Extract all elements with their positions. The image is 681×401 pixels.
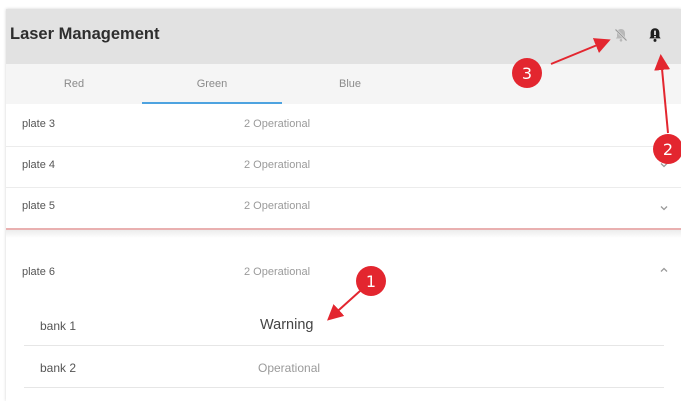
callout-number: 3 — [521, 63, 533, 83]
plate-status: 2 Operational — [244, 266, 311, 278]
plate-label: plate 5 — [22, 200, 56, 212]
bank-label: bank 1 — [40, 319, 77, 333]
tab-label: Red — [63, 78, 85, 90]
bank-status-warning: Warning — [260, 317, 314, 333]
plate-row-6[interactable]: plate 6 2 Operational — [6, 254, 681, 294]
callout-number: 1 — [365, 271, 377, 291]
plate-status: 2 Operational — [244, 118, 311, 130]
plate-label: plate 3 — [22, 118, 56, 130]
plate-row-4[interactable]: plate 4 2 Operational — [6, 147, 681, 187]
bank-label: bank 2 — [40, 361, 77, 375]
plate-status: 2 Operational — [244, 159, 311, 171]
bank-divider — [24, 345, 664, 346]
bank-divider — [24, 387, 664, 388]
header-bar: Laser Management — [6, 9, 681, 64]
plate-row-5[interactable]: plate 5 2 Operational — [6, 188, 681, 228]
plate-row-3[interactable]: plate 3 2 Operational — [6, 106, 681, 146]
plate-label: plate 4 — [22, 159, 56, 171]
tab-green[interactable]: Green — [142, 64, 282, 104]
tab-label: Blue — [338, 78, 362, 90]
tab-label: Green — [196, 78, 228, 90]
chevron-up-icon[interactable] — [658, 264, 670, 276]
expanded-section-shadow — [6, 230, 681, 238]
tab-red[interactable]: Red — [6, 64, 142, 104]
page-title: Laser Management — [10, 25, 160, 43]
callout-badge-3: 3 — [512, 58, 542, 88]
alert-icon[interactable] — [644, 24, 666, 46]
laser-management-panel: Laser Management Red Green Blue plate 3 … — [6, 9, 681, 401]
color-tabs: Red Green Blue — [6, 64, 681, 104]
callout-number: 2 — [662, 139, 674, 159]
bank-status: Operational — [258, 361, 321, 375]
plate-label: plate 6 — [22, 266, 56, 278]
plate-status: 2 Operational — [244, 200, 311, 212]
bell-off-icon[interactable] — [610, 24, 632, 46]
callout-badge-2: 2 — [653, 134, 681, 164]
tab-blue[interactable]: Blue — [282, 64, 418, 104]
chevron-down-icon[interactable] — [658, 202, 670, 214]
callout-badge-1: 1 — [356, 266, 386, 296]
